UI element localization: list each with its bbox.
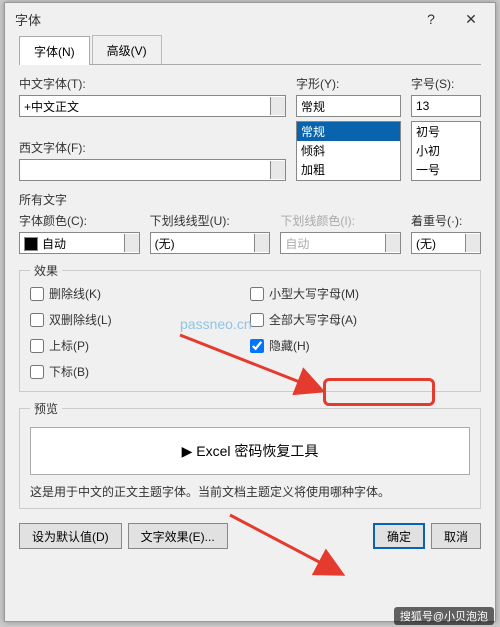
size-option-1[interactable]: 小初: [412, 141, 480, 160]
dialog-title: 字体: [15, 10, 411, 29]
preview-box: ▶ Excel 密码恢复工具: [30, 427, 470, 475]
close-button[interactable]: ✕: [451, 3, 491, 35]
emphasis-combo[interactable]: (无)▾: [411, 232, 481, 254]
chk-dbl-strike[interactable]: 双删除线(L): [30, 311, 250, 328]
effects-legend: 效果: [30, 262, 62, 279]
effects-group: 效果 删除线(K) 双删除线(L) 上标(P) 下标(B) 小型大写字母(M) …: [19, 262, 481, 392]
text-effects-button[interactable]: 文字效果(E)...: [128, 523, 228, 549]
label-font-color: 字体颜色(C):: [19, 212, 140, 229]
tab-font[interactable]: 字体(N): [19, 36, 90, 65]
font-dialog: 字体 ? ✕ 字体(N) 高级(V) 中文字体(T): +中文正文▾ 字形(Y)…: [4, 2, 496, 622]
chk-subscript[interactable]: 下标(B): [30, 363, 250, 380]
underline-style-combo[interactable]: (无)▾: [150, 232, 271, 254]
label-style: 字形(Y):: [296, 75, 401, 92]
chk-strike[interactable]: 删除线(K): [30, 285, 250, 302]
size-option-0[interactable]: 初号: [412, 122, 480, 141]
label-cn-font: 中文字体(T):: [19, 75, 286, 92]
label-underline-style: 下划线线型(U):: [150, 212, 271, 229]
style-option-bold[interactable]: 加粗: [297, 160, 400, 179]
chk-small-caps[interactable]: 小型大写字母(M): [250, 285, 470, 302]
size-option-2[interactable]: 一号: [412, 160, 480, 179]
preview-group: 预览 ▶ Excel 密码恢复工具 这是用于中文的正文主题字体。当前文档主题定义…: [19, 400, 481, 509]
label-west-font: 西文字体(F):: [19, 139, 286, 156]
style-listbox[interactable]: 常规 倾斜 加粗: [296, 121, 401, 181]
title-bar: 字体 ? ✕: [5, 3, 495, 35]
underline-color-combo: 自动▾: [280, 232, 401, 254]
font-color-combo[interactable]: 自动▾: [19, 232, 140, 254]
style-option-italic[interactable]: 倾斜: [297, 141, 400, 160]
chk-hidden[interactable]: 隐藏(H): [250, 337, 470, 354]
cn-font-combo[interactable]: +中文正文▾: [19, 95, 286, 117]
label-emphasis: 着重号(·):: [411, 212, 481, 229]
label-all-text: 所有文字: [19, 191, 481, 208]
size-listbox[interactable]: 初号 小初 一号: [411, 121, 481, 181]
credit-badge: 搜狐号@小贝泡泡: [394, 607, 494, 625]
tab-advanced[interactable]: 高级(V): [92, 35, 162, 64]
set-default-button[interactable]: 设为默认值(D): [19, 523, 122, 549]
preview-note: 这是用于中文的正文主题字体。当前文档主题定义将使用哪种字体。: [30, 483, 470, 500]
chk-all-caps[interactable]: 全部大写字母(A): [250, 311, 470, 328]
west-font-combo[interactable]: ▾: [19, 159, 286, 181]
tab-strip: 字体(N) 高级(V): [19, 35, 481, 65]
label-size: 字号(S):: [411, 75, 481, 92]
ok-button[interactable]: 确定: [373, 523, 425, 549]
style-input[interactable]: [296, 95, 401, 117]
preview-legend: 预览: [30, 400, 62, 417]
style-option-regular[interactable]: 常规: [297, 122, 400, 141]
label-underline-color: 下划线颜色(I):: [280, 212, 401, 229]
size-input[interactable]: [411, 95, 481, 117]
chk-superscript[interactable]: 上标(P): [30, 337, 250, 354]
help-button[interactable]: ?: [411, 3, 451, 35]
cancel-button[interactable]: 取消: [431, 523, 481, 549]
